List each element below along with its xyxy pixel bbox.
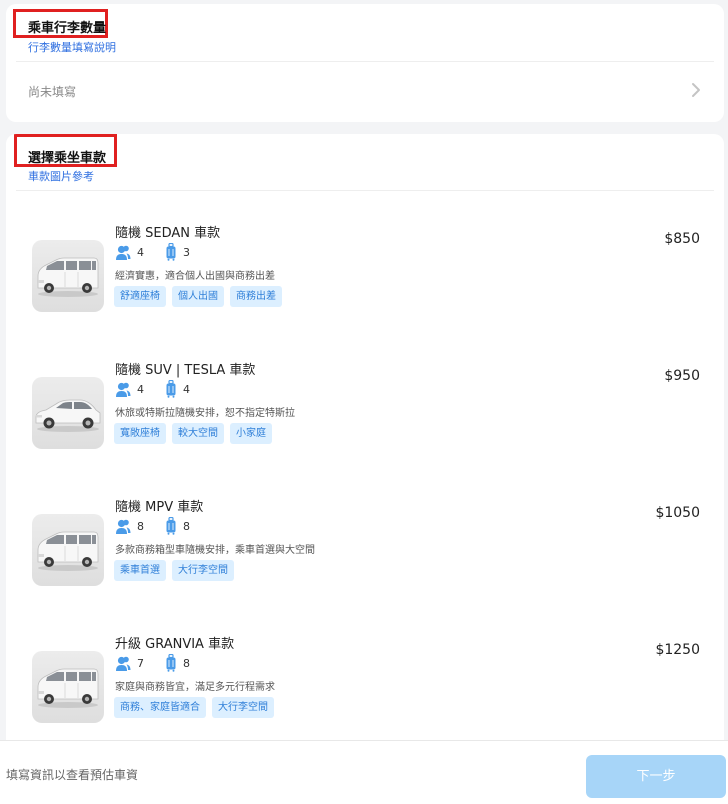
passengers-icon [116, 656, 131, 671]
next-button[interactable]: 下一步 [586, 755, 726, 798]
feature-tag: 商務出差 [230, 286, 282, 307]
vehicle-description: 多款商務箱型車隨機安排，乘車首選與大空間 [115, 545, 315, 556]
vehicle-image [32, 514, 104, 586]
vehicle-reference-link[interactable]: 車款圖片參考 [28, 168, 94, 184]
divider [16, 190, 714, 191]
feature-tag: 舒適座椅 [114, 286, 166, 307]
vehicle-capacity: 43 [114, 242, 190, 262]
vehicle-name: 隨機 SUV | TESLA 車款 [115, 363, 256, 378]
feature-tag: 商務、家庭皆適合 [114, 697, 206, 718]
vehicle-section-title: 選擇乘坐車款 [28, 151, 107, 166]
vehicle-tags: 舒適座椅 個人出國 商務出差 [114, 286, 282, 307]
passenger-count: 8 [137, 519, 144, 533]
luggage-icon [166, 380, 176, 398]
van-car-image [37, 531, 99, 571]
feature-tag: 大行李空間 [212, 697, 274, 718]
vehicle-option[interactable]: 隨機 SUV | TESLA 車款 $950 4 4 休旅或特斯拉隨機安排，恕不指定特斯… [26, 359, 704, 479]
vehicle-image [32, 377, 104, 449]
passenger-count: 4 [137, 245, 144, 259]
feature-tag: 較大空間 [172, 423, 224, 444]
chevron-right-icon [692, 83, 700, 97]
vehicle-price: $850 [664, 231, 700, 247]
luggage-count: 8 [183, 519, 190, 533]
luggage-count: 4 [183, 382, 190, 396]
feature-tag: 乘車首選 [114, 560, 166, 581]
vehicle-capacity: 44 [114, 379, 190, 399]
vehicle-option[interactable]: 隨機 SEDAN 車款 $850 4 3 經濟實惠，適合個人出國與商務出差 舒適座椅 個人出… [26, 222, 704, 342]
vehicle-name: 隨機 MPV 車款 [115, 500, 204, 515]
passengers-icon [116, 245, 131, 260]
luggage-count-value: 尚未填寫 [28, 85, 77, 99]
passengers-icon [116, 519, 131, 534]
fare-hint: 填寫資訊以查看預估車資 [6, 768, 139, 782]
luggage-icon [166, 243, 176, 261]
vehicle-description: 經濟實惠，適合個人出國與商務出差 [115, 271, 275, 282]
vehicle-option[interactable]: 隨機 MPV 車款 $1050 8 8 多款商務箱型車隨機安排，乘車首選與大空間 乘車首選… [26, 496, 704, 616]
feature-tag: 大行李空間 [172, 560, 234, 581]
vehicle-name: 升級 GRANVIA 車款 [115, 637, 235, 652]
luggage-section: 乘車行李數量 行李數量填寫說明 尚未填寫 [6, 4, 724, 122]
luggage-count: 8 [183, 656, 190, 670]
vehicle-description: 休旅或特斯拉隨機安排，恕不指定特斯拉 [115, 408, 295, 419]
vehicle-capacity: 78 [114, 653, 190, 673]
vehicle-price: $1050 [655, 505, 700, 521]
vehicle-name: 隨機 SEDAN 車款 [115, 226, 221, 241]
feature-tag: 小家庭 [230, 423, 272, 444]
vehicle-image [32, 651, 104, 723]
passenger-count: 4 [137, 382, 144, 396]
vehicle-option[interactable]: 升級 GRANVIA 車款 $1250 7 8 家庭與商務皆宜，滿足多元行程需求 商務、家… [26, 633, 704, 753]
feature-tag: 個人出國 [172, 286, 224, 307]
luggage-count-field[interactable]: 尚未填寫 [16, 62, 714, 122]
vehicle-section: 選擇乘坐車款 車款圖片參考 隨機 SEDAN 車款 $850 4 3 經濟實惠，適合個人… [6, 134, 724, 774]
luggage-section-title: 乘車行李數量 [28, 21, 107, 36]
vehicle-capacity: 88 [114, 516, 190, 536]
feature-tag: 寬敞座椅 [114, 423, 166, 444]
luggage-icon [166, 517, 176, 535]
vehicle-tags: 寬敞座椅 較大空間 小家庭 [114, 423, 272, 444]
vehicle-tags: 乘車首選 大行李空間 [114, 560, 234, 581]
vehicle-tags: 商務、家庭皆適合 大行李空間 [114, 697, 274, 718]
passenger-count: 7 [137, 656, 144, 670]
luggage-icon [166, 654, 176, 672]
vehicle-price: $1250 [655, 642, 700, 658]
footer-bar: 填寫資訊以查看預估車資 下一步 [0, 740, 728, 804]
van-car-image [37, 257, 99, 297]
luggage-count: 3 [183, 245, 190, 259]
vehicle-price: $950 [664, 368, 700, 384]
vehicle-image [32, 240, 104, 312]
vehicle-description: 家庭與商務皆宜，滿足多元行程需求 [115, 682, 275, 693]
luggage-help-link[interactable]: 行李數量填寫說明 [28, 39, 116, 55]
tesla-car-image [35, 399, 101, 432]
passengers-icon [116, 382, 131, 397]
van-car-image [37, 668, 99, 708]
